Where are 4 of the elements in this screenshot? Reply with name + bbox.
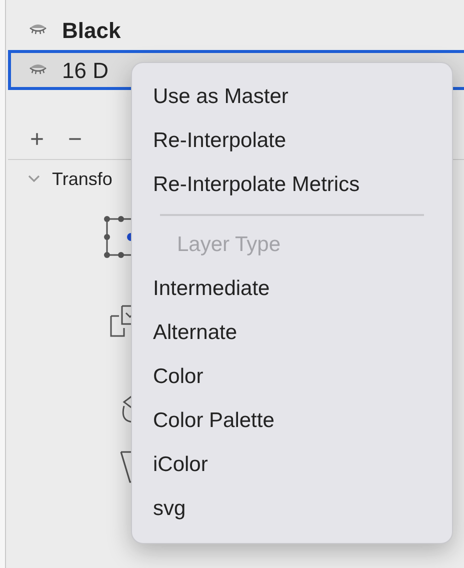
- layer-name: 16 D: [62, 56, 108, 84]
- menu-section-header: Layer Type: [176, 232, 282, 258]
- section-title: Transfo: [52, 168, 112, 190]
- layer-name: Black: [62, 16, 121, 44]
